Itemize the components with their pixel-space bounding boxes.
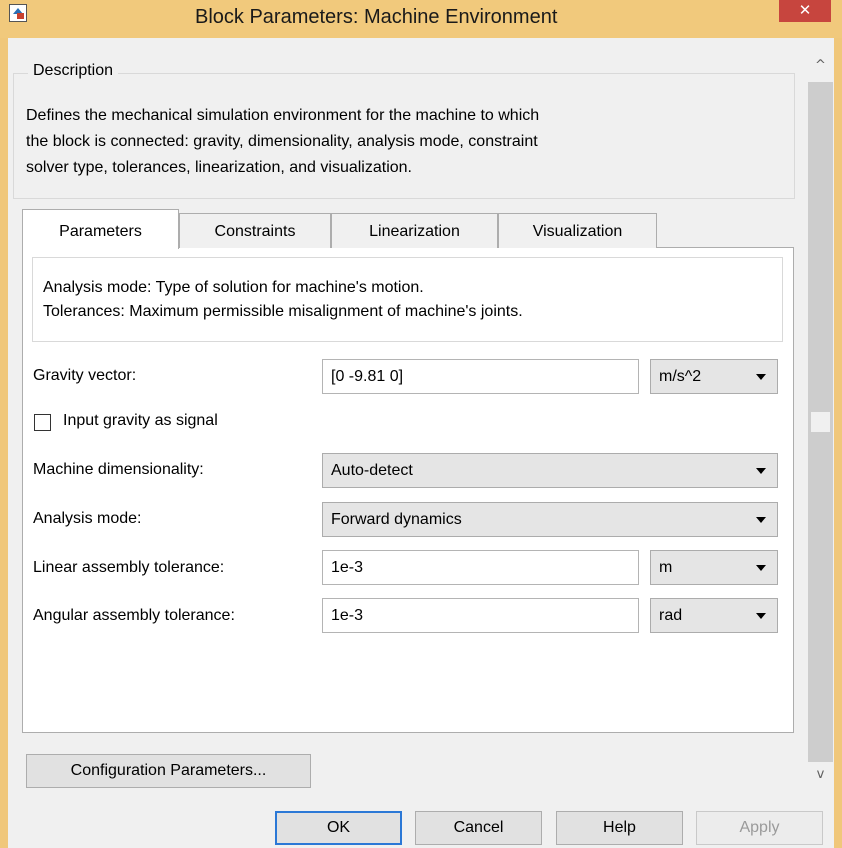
- description-text: Defines the mechanical simulation enviro…: [26, 103, 796, 181]
- angular-tolerance-label: Angular assembly tolerance:: [33, 607, 235, 624]
- scroll-up-icon[interactable]: ^: [808, 56, 833, 76]
- angular-tolerance-unit-select[interactable]: rad: [650, 598, 778, 633]
- scroll-track[interactable]: [808, 82, 833, 762]
- scroll-thumb[interactable]: [811, 412, 830, 432]
- simulink-block-icon: [9, 4, 27, 22]
- description-line: the block is connected: gravity, dimensi…: [26, 133, 538, 150]
- tab-linearization[interactable]: Linearization: [331, 213, 498, 248]
- gravity-vector-label: Gravity vector:: [33, 367, 137, 384]
- tab-visualization[interactable]: Visualization: [498, 213, 657, 248]
- tab-parameters[interactable]: Parameters: [22, 209, 179, 249]
- description-line: Defines the mechanical simulation enviro…: [26, 107, 540, 124]
- gravity-vector-input[interactable]: [0 -9.81 0]: [322, 359, 639, 394]
- analysis-mode-select[interactable]: Forward dynamics: [322, 502, 778, 537]
- hint-text: Analysis mode: Type of solution for mach…: [43, 276, 523, 324]
- chevron-down-icon: [756, 374, 766, 380]
- gravity-signal-checkbox[interactable]: [34, 414, 51, 431]
- apply-button[interactable]: Apply: [696, 811, 823, 845]
- linear-tolerance-input[interactable]: 1e-3: [322, 550, 639, 585]
- title-bar[interactable]: Block Parameters: Machine Environment ✕: [0, 0, 842, 38]
- gravity-signal-label[interactable]: Input gravity as signal: [63, 412, 218, 430]
- angular-tolerance-input[interactable]: 1e-3: [322, 598, 639, 633]
- chevron-down-icon: [756, 613, 766, 619]
- linear-tolerance-label: Linear assembly tolerance:: [33, 559, 225, 576]
- scroll-down-icon[interactable]: v: [808, 765, 833, 785]
- dimensionality-label: Machine dimensionality:: [33, 461, 204, 478]
- hint-line: Tolerances: Maximum permissible misalign…: [43, 303, 523, 320]
- chevron-down-icon: [756, 468, 766, 474]
- description-legend: Description: [28, 62, 119, 80]
- gravity-unit-value: m/s^2: [659, 368, 702, 385]
- tab-constraints[interactable]: Constraints: [179, 213, 331, 248]
- vertical-scrollbar[interactable]: ^ v: [808, 52, 833, 790]
- linear-tolerance-unit-select[interactable]: m: [650, 550, 778, 585]
- angular-tolerance-unit-value: rad: [659, 607, 683, 624]
- hint-line: Analysis mode: Type of solution for mach…: [43, 279, 424, 296]
- dimensionality-value: Auto-detect: [331, 462, 413, 479]
- linear-tolerance-unit-value: m: [659, 559, 673, 576]
- configuration-parameters-button[interactable]: Configuration Parameters...: [26, 754, 311, 788]
- gravity-unit-select[interactable]: m/s^2: [650, 359, 778, 394]
- help-button[interactable]: Help: [556, 811, 683, 845]
- close-button[interactable]: ✕: [779, 0, 831, 22]
- window-title: Block Parameters: Machine Environment: [195, 6, 558, 28]
- analysis-mode-label: Analysis mode:: [33, 510, 142, 527]
- analysis-mode-value: Forward dynamics: [331, 511, 462, 528]
- chevron-down-icon: [756, 517, 766, 523]
- close-icon: ✕: [798, 1, 812, 19]
- description-line: solver type, tolerances, linearization, …: [26, 159, 412, 176]
- dimensionality-select[interactable]: Auto-detect: [322, 453, 778, 488]
- cancel-button[interactable]: Cancel: [415, 811, 542, 845]
- ok-button[interactable]: OK: [275, 811, 402, 845]
- chevron-down-icon: [756, 565, 766, 571]
